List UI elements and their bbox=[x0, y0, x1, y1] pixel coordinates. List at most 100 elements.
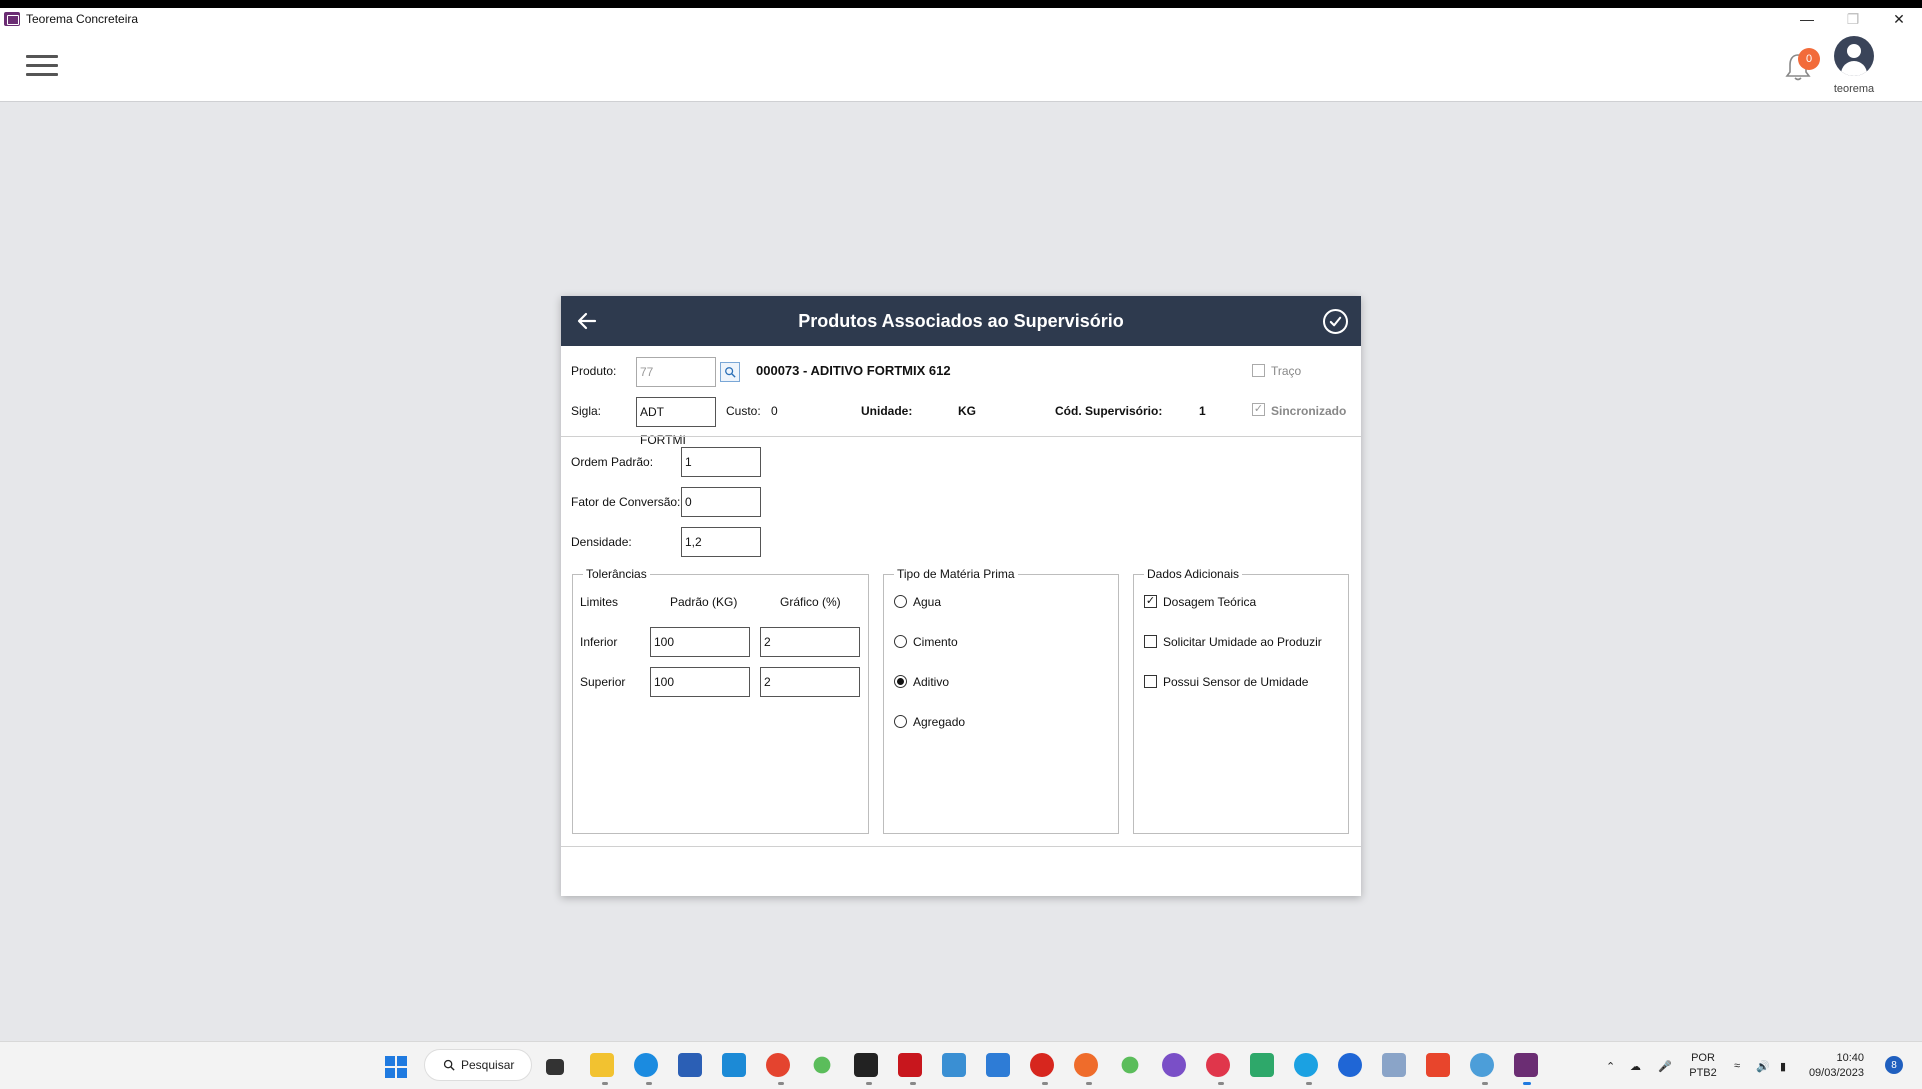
running-indicator bbox=[602, 1082, 608, 1085]
produto-code-input[interactable]: 77 bbox=[636, 357, 716, 387]
chat-app-icon[interactable] bbox=[1206, 1053, 1230, 1077]
traco-checkbox[interactable] bbox=[1252, 364, 1265, 377]
inferior-padrao-input[interactable]: 100 bbox=[650, 627, 750, 657]
edge-icon[interactable] bbox=[634, 1053, 658, 1077]
username-label: teorema bbox=[1833, 83, 1875, 95]
maps-app-icon[interactable] bbox=[1338, 1053, 1362, 1077]
terminal-icon[interactable] bbox=[854, 1053, 878, 1077]
dialog-header: Produtos Associados ao Supervisório bbox=[561, 296, 1361, 346]
onedrive-icon[interactable]: ☁ bbox=[1630, 1042, 1641, 1089]
superior-grafico-input[interactable]: 2 bbox=[760, 667, 860, 697]
superior-padrao-input[interactable]: 100 bbox=[650, 667, 750, 697]
sincronizado-label: Sincronizado bbox=[1271, 404, 1347, 418]
sensor-umidade-checkbox[interactable] bbox=[1144, 675, 1157, 688]
running-indicator bbox=[778, 1082, 784, 1085]
file-explorer-icon[interactable] bbox=[590, 1053, 614, 1077]
skype-icon[interactable] bbox=[1294, 1053, 1318, 1077]
inferior-grafico-input[interactable]: 2 bbox=[760, 627, 860, 657]
padrao-header: Padrão (KG) bbox=[670, 595, 738, 609]
clock-time: 10:40 bbox=[1836, 1052, 1864, 1064]
fator-conversao-input[interactable]: 0 bbox=[681, 487, 761, 517]
superior-label: Superior bbox=[580, 675, 626, 689]
language-code: POR bbox=[1691, 1052, 1715, 1064]
sigla-input[interactable]: ADT FORTMI bbox=[636, 397, 716, 447]
teorema-app-icon[interactable] bbox=[1514, 1053, 1538, 1077]
window-controls: — ❐ ✕ bbox=[1784, 8, 1922, 30]
chrome-icon[interactable] bbox=[766, 1053, 790, 1077]
network-app-2-icon[interactable] bbox=[1121, 1056, 1139, 1074]
windows-start-icon[interactable] bbox=[385, 1056, 407, 1078]
radio-agregado[interactable] bbox=[894, 715, 907, 728]
custo-value: 0 bbox=[771, 404, 778, 418]
volume-icon[interactable]: 🔊 bbox=[1756, 1042, 1770, 1089]
microphone-icon[interactable]: 🎤 bbox=[1658, 1042, 1672, 1089]
language-indicator[interactable]: POR PTB2 bbox=[1688, 1051, 1718, 1081]
colors-app-icon[interactable] bbox=[1426, 1053, 1450, 1077]
running-indicator bbox=[1218, 1082, 1224, 1085]
unidade-label: Unidade: bbox=[861, 404, 913, 418]
densidade-input[interactable]: 1,2 bbox=[681, 527, 761, 557]
cod-supervisorio-label: Cód. Supervisório: bbox=[1055, 404, 1163, 418]
produto-label: Produto: bbox=[571, 364, 617, 378]
sensor-umidade-label: Possui Sensor de Umidade bbox=[1163, 675, 1309, 689]
produto-search-button[interactable] bbox=[720, 362, 740, 382]
notification-count-badge: 0 bbox=[1798, 48, 1820, 70]
search-icon bbox=[725, 367, 736, 378]
running-indicator bbox=[866, 1082, 872, 1085]
confirm-check-button[interactable] bbox=[1323, 309, 1348, 334]
cimento-label: Cimento bbox=[913, 635, 958, 649]
back-arrow-icon[interactable] bbox=[575, 309, 599, 333]
running-indicator bbox=[910, 1082, 916, 1085]
window-titlebar: Teorema Concreteira — ❐ ✕ bbox=[0, 8, 1922, 30]
solicitar-umidade-checkbox[interactable] bbox=[1144, 635, 1157, 648]
tolerancias-group: Tolerâncias Limites Padrão (KG) Gráfico … bbox=[572, 567, 869, 834]
postman-icon[interactable] bbox=[1074, 1053, 1098, 1077]
notepad-icon[interactable] bbox=[986, 1053, 1010, 1077]
aditivo-label: Aditivo bbox=[913, 675, 950, 689]
tools-app-icon[interactable] bbox=[1250, 1053, 1274, 1077]
notification-center-badge[interactable]: 8 bbox=[1885, 1056, 1903, 1074]
taskbar-search-label: Pesquisar bbox=[461, 1058, 515, 1072]
app-header: 0 teorema bbox=[0, 30, 1922, 102]
devexpress-icon[interactable] bbox=[1030, 1053, 1054, 1077]
wifi-icon[interactable]: ≈ bbox=[1734, 1042, 1740, 1089]
earth-app-icon[interactable] bbox=[1470, 1053, 1494, 1077]
minimize-icon[interactable]: — bbox=[1784, 8, 1830, 30]
running-indicator bbox=[1086, 1082, 1092, 1085]
close-icon[interactable]: ✕ bbox=[1876, 8, 1922, 30]
radio-aditivo[interactable] bbox=[894, 675, 907, 688]
ordem-padrao-input[interactable]: 1 bbox=[681, 447, 761, 477]
hamburger-menu-icon[interactable] bbox=[26, 55, 58, 77]
radio-agua[interactable] bbox=[894, 595, 907, 608]
restore-icon[interactable]: ❐ bbox=[1830, 8, 1876, 30]
tray-chevron-icon[interactable]: ⌃ bbox=[1606, 1042, 1615, 1089]
taskbar-search[interactable]: Pesquisar bbox=[424, 1049, 532, 1081]
sigla-label: Sigla: bbox=[571, 404, 602, 418]
divider bbox=[561, 436, 1361, 437]
running-indicator bbox=[1482, 1082, 1488, 1085]
cod-supervisorio-value: 1 bbox=[1199, 404, 1206, 418]
agregado-label: Agregado bbox=[913, 715, 966, 729]
agua-label: Agua bbox=[913, 595, 942, 609]
ordem-padrao-label: Ordem Padrão: bbox=[571, 455, 654, 469]
system-clock[interactable]: 10:40 09/03/2023 bbox=[1808, 1051, 1864, 1081]
globe-app-icon[interactable] bbox=[1162, 1053, 1186, 1077]
window-app-icon[interactable] bbox=[1382, 1053, 1406, 1077]
filezilla-icon[interactable] bbox=[898, 1053, 922, 1077]
inferior-label: Inferior bbox=[580, 635, 618, 649]
l-app-icon[interactable] bbox=[722, 1053, 746, 1077]
app-logo-icon bbox=[4, 12, 20, 26]
sincronizado-checkbox[interactable]: ✓ bbox=[1252, 403, 1265, 416]
store-icon[interactable] bbox=[678, 1053, 702, 1077]
running-indicator bbox=[1042, 1082, 1048, 1085]
remote-desktop-icon[interactable] bbox=[942, 1053, 966, 1077]
dosagem-teorica-checkbox[interactable]: ✓ bbox=[1144, 595, 1157, 608]
radio-cimento[interactable] bbox=[894, 635, 907, 648]
traco-label: Traço bbox=[1271, 364, 1302, 378]
window-title: Teorema Concreteira bbox=[26, 12, 139, 26]
battery-icon[interactable]: ▮ bbox=[1780, 1042, 1786, 1089]
network-app-icon[interactable] bbox=[813, 1056, 831, 1074]
task-view-icon[interactable] bbox=[546, 1059, 564, 1075]
user-avatar[interactable] bbox=[1834, 36, 1874, 76]
dialog-title: Produtos Associados ao Supervisório bbox=[798, 311, 1124, 331]
